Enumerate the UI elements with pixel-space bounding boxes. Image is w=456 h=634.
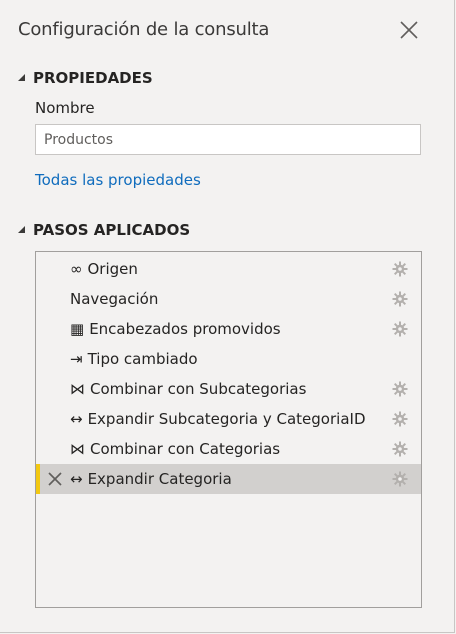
applied-step-label: ⋈ Combinar con Categorias	[70, 440, 280, 458]
applied-step-label: ⋈ Combinar con Subcategorias	[70, 380, 306, 398]
applied-step-label: ↔ Expandir Subcategoria y CategoriaID	[70, 410, 366, 428]
close-icon[interactable]	[398, 19, 420, 41]
step-settings-gear-icon[interactable]	[392, 321, 408, 337]
selected-step-indicator	[36, 464, 40, 494]
applied-step-name: Encabezados promovidos	[89, 320, 281, 338]
merge-icon: ⋈	[70, 440, 85, 458]
merge-icon: ⋈	[70, 380, 85, 398]
step-settings-gear-icon[interactable]	[392, 411, 408, 427]
name-label: Nombre	[35, 99, 95, 117]
applied-step-label: ▦ Encabezados promovidos	[70, 320, 281, 338]
applied-step-name: Origen	[87, 260, 138, 278]
applied-steps-list: ∞ Origen Navegación ▦ Encabezados promovidos…	[35, 251, 422, 608]
applied-step-row[interactable]: ∞ Origen	[36, 254, 421, 284]
applied-step-row[interactable]: ▦ Encabezados promovidos	[36, 314, 421, 344]
expand-icon: ↔	[70, 470, 83, 488]
applied-step-label: Navegación	[70, 290, 158, 308]
pane-title: Configuración de la consulta	[18, 19, 270, 40]
query-settings-pane: Configuración de la consulta PROPIEDADES…	[0, 0, 455, 633]
applied-step-row[interactable]: ⋈ Combinar con Categorias	[36, 434, 421, 464]
properties-header-label: PROPIEDADES	[33, 69, 153, 87]
applied-steps-section-header[interactable]: PASOS APLICADOS	[18, 221, 190, 239]
type-change-icon: ⇥	[70, 350, 83, 368]
step-settings-gear-icon[interactable]	[392, 471, 408, 487]
applied-step-row[interactable]: ↔ Expandir Subcategoria y CategoriaID	[36, 404, 421, 434]
applied-step-row[interactable]: ↔ Expandir Categoria	[36, 464, 421, 494]
applied-step-label: ⇥ Tipo cambiado	[70, 350, 198, 368]
delete-step-icon[interactable]	[47, 471, 63, 487]
step-settings-gear-icon[interactable]	[392, 441, 408, 457]
applied-step-label: ∞ Origen	[70, 260, 138, 278]
query-name-input[interactable]	[35, 124, 421, 155]
applied-step-name: Navegación	[70, 290, 159, 308]
step-settings-gear-icon[interactable]	[392, 261, 408, 277]
applied-step-name: Expandir Categoria	[87, 470, 232, 488]
applied-step-row[interactable]: Navegación	[36, 284, 421, 314]
expand-icon: ↔	[70, 410, 83, 428]
applied-steps-header-label: PASOS APLICADOS	[33, 221, 191, 239]
applied-step-name: Combinar con Categorias	[90, 440, 281, 458]
applied-step-row[interactable]: ⇥ Tipo cambiado	[36, 344, 421, 374]
collapse-triangle-icon[interactable]	[18, 73, 25, 81]
step-settings-gear-icon[interactable]	[392, 291, 408, 307]
applied-step-name: Expandir Subcategoria y CategoriaID	[87, 410, 366, 428]
all-properties-link[interactable]: Todas las propiedades	[35, 171, 201, 189]
applied-step-label: ↔ Expandir Categoria	[70, 470, 232, 488]
collapse-triangle-icon[interactable]	[18, 225, 25, 233]
source-icon: ∞	[70, 260, 83, 278]
applied-step-name: Combinar con Subcategorias	[90, 380, 307, 398]
step-settings-gear-icon[interactable]	[392, 381, 408, 397]
properties-section-header[interactable]: PROPIEDADES	[18, 69, 153, 87]
applied-step-row[interactable]: ⋈ Combinar con Subcategorias	[36, 374, 421, 404]
table-icon: ▦	[70, 320, 85, 338]
applied-step-name: Tipo cambiado	[87, 350, 198, 368]
